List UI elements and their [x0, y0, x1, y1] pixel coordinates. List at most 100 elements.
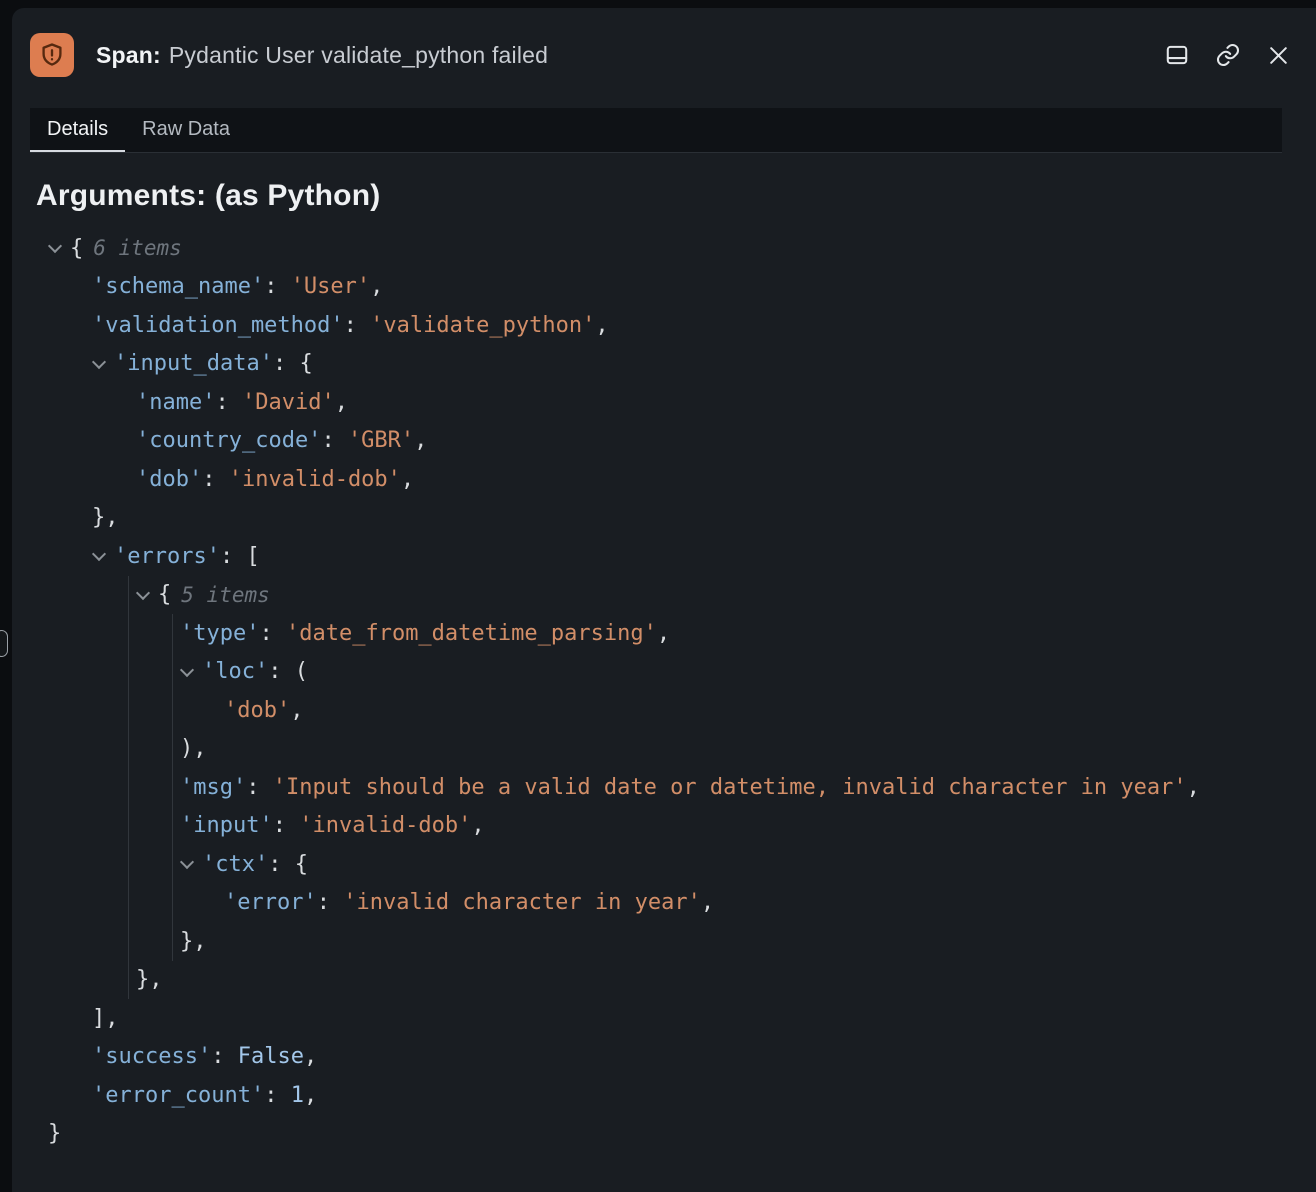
code-token: 'validate_python': [370, 313, 595, 338]
code-token: :: [211, 1044, 238, 1069]
collapse-chevron-icon[interactable]: [92, 553, 114, 559]
code-token: {: [70, 236, 83, 261]
code-token: 'input_data': [114, 351, 273, 376]
close-button[interactable]: [1265, 42, 1292, 69]
tab-raw-data[interactable]: Raw Data: [125, 108, 247, 152]
code-line: {6 items: [36, 229, 1296, 268]
code-token: 'input': [180, 813, 273, 838]
code-token: ,: [370, 274, 383, 299]
code-token: :: [246, 775, 273, 800]
span-detail-panel: Span:Pydantic User validate_python faile…: [12, 8, 1316, 1192]
panel-header: Span:Pydantic User validate_python faile…: [12, 8, 1316, 102]
code-token: 5 items: [181, 583, 270, 607]
code-token: :: [259, 621, 286, 646]
code-token: ],: [92, 1006, 119, 1031]
code-token: 'date_from_datetime_parsing': [286, 621, 657, 646]
collapse-chevron-icon[interactable]: [48, 245, 70, 251]
code-line: 'input': 'invalid-dob',: [36, 807, 1296, 846]
collapse-chevron-icon[interactable]: [180, 669, 202, 675]
code-token: 'schema_name': [92, 274, 264, 299]
code-token: ),: [180, 736, 207, 761]
code-token: 'ctx': [202, 852, 268, 877]
code-token: ,: [335, 390, 348, 415]
code-token: :: [264, 274, 291, 299]
code-token: 'success': [92, 1044, 211, 1069]
code-token: :: [317, 890, 344, 915]
code-token: ,: [595, 313, 608, 338]
code-token: 'error_count': [92, 1083, 264, 1108]
code-token: },: [136, 967, 163, 992]
code-tree: {6 items'schema_name': 'User','validatio…: [36, 229, 1296, 1153]
dock-panel-button[interactable]: [1163, 42, 1190, 69]
indent-guide: [128, 576, 129, 1000]
code-token: },: [180, 929, 207, 954]
code-token: : {: [273, 351, 313, 376]
code-token: ,: [304, 1044, 317, 1069]
code-line: 'schema_name': 'User',: [36, 268, 1296, 307]
code-token: 'type': [180, 621, 259, 646]
tab-bar: Details Raw Data: [30, 108, 1282, 153]
code-line: 'validation_method': 'validate_python',: [36, 306, 1296, 345]
collapse-chevron-icon[interactable]: [136, 592, 158, 598]
code-line: 'errors': [: [36, 537, 1296, 576]
code-token: 'dob': [136, 467, 202, 492]
code-token: 'errors': [114, 544, 220, 569]
code-token: ,: [657, 621, 670, 646]
code-token: ,: [414, 428, 427, 453]
code-line: },: [36, 922, 1296, 961]
copy-link-button[interactable]: [1214, 42, 1241, 69]
span-label: Span:: [96, 42, 161, 68]
panel-title: Span:Pydantic User validate_python faile…: [96, 42, 548, 69]
panel-edge-handle[interactable]: [0, 630, 8, 657]
code-token: :: [202, 467, 229, 492]
code-token: {: [158, 582, 171, 607]
code-token: 'validation_method': [92, 313, 344, 338]
collapse-chevron-icon[interactable]: [92, 361, 114, 367]
code-token: 'invalid character in year': [343, 890, 701, 915]
code-token: }: [48, 1121, 61, 1146]
code-token: 'error': [224, 890, 317, 915]
code-token: :: [215, 390, 242, 415]
code-token: ,: [290, 698, 303, 723]
arguments-heading: Arguments: (as Python): [36, 179, 1296, 213]
code-token: :: [264, 1083, 291, 1108]
code-line: 'loc': (: [36, 653, 1296, 692]
code-token: 'invalid-dob': [229, 467, 401, 492]
code-token: 'User': [291, 274, 370, 299]
code-token: },: [92, 505, 119, 530]
code-line: 'success': False,: [36, 1038, 1296, 1077]
code-token: 'dob': [224, 698, 290, 723]
code-token: :: [344, 313, 371, 338]
code-line: 'country_code': 'GBR',: [36, 422, 1296, 461]
code-token: 'Input should be a valid date or datetim…: [273, 775, 1187, 800]
code-token: ,: [304, 1083, 317, 1108]
header-actions: [1163, 42, 1292, 69]
code-token: 'David': [242, 390, 335, 415]
code-line: ],: [36, 999, 1296, 1038]
code-line: 'dob',: [36, 691, 1296, 730]
code-token: 'msg': [180, 775, 246, 800]
code-token: 'name': [136, 390, 215, 415]
code-line: 'name': 'David',: [36, 383, 1296, 422]
code-line: },: [36, 961, 1296, 1000]
code-token: 'country_code': [136, 428, 321, 453]
details-content: Arguments: (as Python) {6 items'schema_n…: [12, 153, 1316, 1153]
code-line: 'ctx': {: [36, 845, 1296, 884]
code-line: 'error_count': 1,: [36, 1076, 1296, 1115]
code-token: ,: [1187, 775, 1200, 800]
code-token: :: [321, 428, 348, 453]
code-token: 'invalid-dob': [299, 813, 471, 838]
code-line: ),: [36, 730, 1296, 769]
code-line: 'type': 'date_from_datetime_parsing',: [36, 614, 1296, 653]
tab-details[interactable]: Details: [30, 108, 125, 152]
code-token: ,: [401, 467, 414, 492]
code-line: {5 items: [36, 576, 1296, 615]
code-token: 1: [291, 1083, 304, 1108]
code-line: },: [36, 499, 1296, 538]
code-line: 'dob': 'invalid-dob',: [36, 460, 1296, 499]
code-token: 'loc': [202, 659, 268, 684]
code-token: :: [273, 813, 300, 838]
collapse-chevron-icon[interactable]: [180, 861, 202, 867]
warning-shield-icon: [30, 33, 74, 77]
code-line: }: [36, 1115, 1296, 1154]
